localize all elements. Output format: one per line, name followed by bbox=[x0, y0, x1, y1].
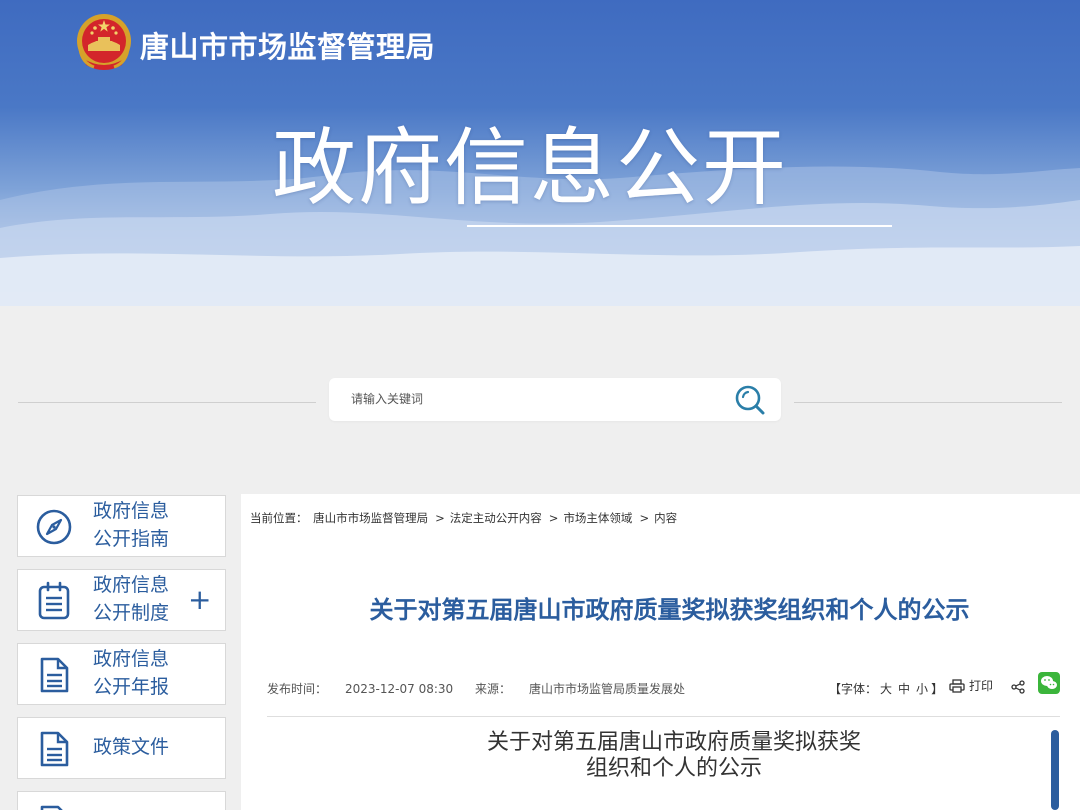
publish-time-label: 发布时间： bbox=[267, 682, 328, 696]
sidebar-item-label: 政府信息 bbox=[93, 648, 170, 670]
document-title: 关于对第五届唐山市政府质量奖拟获奖 组织和个人的公示 bbox=[371, 730, 977, 782]
banner-title: 政府信息公开 bbox=[272, 119, 789, 217]
print-button[interactable]: 打印 bbox=[949, 677, 993, 694]
share-icon[interactable] bbox=[1011, 680, 1025, 694]
document-icon bbox=[40, 731, 69, 767]
wechat-icon[interactable] bbox=[1038, 672, 1060, 694]
source-label: 来源： bbox=[474, 682, 511, 696]
divider-right bbox=[794, 402, 1062, 403]
source-value: 唐山市市场监管局质量发展处 bbox=[529, 682, 686, 696]
search-icon[interactable] bbox=[733, 383, 767, 417]
font-size-large[interactable]: 大 bbox=[880, 682, 892, 696]
document-icon bbox=[40, 657, 69, 693]
breadcrumb: 当前位置： 唐山市市场监督管理局 > 法定主动公开内容 > 市场主体领域 > 内容 bbox=[250, 510, 679, 526]
sidebar-item-label: 政策文件 bbox=[93, 736, 170, 758]
breadcrumb-item[interactable]: 市场主体领域 bbox=[563, 511, 632, 525]
sidebar-item-guide[interactable]: 政府信息 公开指南 bbox=[17, 495, 226, 557]
article-title: 关于对第五届唐山市政府质量奖拟获奖组织和个人的公示 bbox=[369, 596, 970, 624]
breadcrumb-separator: > bbox=[435, 511, 445, 525]
publish-time: 2023-12-07 08:30 bbox=[345, 682, 454, 696]
sidebar-item-policy[interactable]: 政策文件 bbox=[17, 717, 226, 779]
sidebar-item-label: 政府信息 bbox=[93, 500, 170, 522]
sidebar-item-label: 公开指南 bbox=[93, 528, 170, 550]
document-icon bbox=[40, 805, 63, 810]
meta-divider bbox=[267, 716, 1060, 717]
font-size-medium[interactable]: 中 bbox=[898, 682, 910, 696]
breadcrumb-separator: > bbox=[639, 511, 650, 525]
expand-plus-icon[interactable]: + bbox=[188, 586, 211, 614]
sidebar-item-system[interactable]: 政府信息 公开制度 + bbox=[17, 569, 226, 631]
scrollbar-thumb[interactable] bbox=[1051, 730, 1059, 810]
printer-icon bbox=[949, 679, 965, 693]
article-meta: 发布时间： 2023-12-07 08:30 来源： 唐山市市场监管局质量发展处 bbox=[267, 680, 685, 697]
header-banner: 唐山市市场监督管理局 政府信息公开 bbox=[0, 0, 1080, 306]
print-label: 打印 bbox=[969, 679, 994, 693]
sidebar-item-more[interactable] bbox=[17, 791, 226, 810]
national-emblem-icon bbox=[77, 14, 131, 70]
divider-left bbox=[18, 402, 316, 403]
document-title-line: 关于对第五届唐山市政府质量奖拟获奖 bbox=[486, 730, 861, 755]
font-size-small[interactable]: 小 bbox=[916, 682, 928, 696]
search-box bbox=[329, 378, 781, 421]
content-panel: 当前位置： 唐山市市场监督管理局 > 法定主动公开内容 > 市场主体领域 > 内容 关于对第… bbox=[241, 494, 1080, 810]
document-title-line: 组织和个人的公示 bbox=[585, 756, 762, 781]
banner-underline bbox=[467, 225, 892, 227]
font-size-control: 【字体：大中小】 bbox=[829, 680, 943, 697]
site-name[interactable]: 唐山市市场监督管理局 bbox=[140, 24, 435, 66]
breadcrumb-prefix: 当前位置： bbox=[250, 511, 308, 525]
breadcrumb-item[interactable]: 唐山市市场监督管理局 bbox=[313, 511, 428, 525]
sidebar-item-label: 政府信息 bbox=[93, 574, 170, 596]
search-input[interactable] bbox=[351, 386, 731, 412]
compass-icon bbox=[36, 509, 72, 545]
font-label-close: 】 bbox=[931, 682, 944, 696]
sidebar-item-annual-report[interactable]: 政府信息 公开年报 bbox=[17, 643, 226, 705]
font-label-open: 【字体： bbox=[829, 682, 878, 696]
sidebar-item-label: 公开年报 bbox=[93, 676, 170, 698]
breadcrumb-item[interactable]: 内容 bbox=[654, 511, 677, 525]
breadcrumb-item[interactable]: 法定主动公开内容 bbox=[450, 511, 542, 525]
sidebar-item-label: 公开制度 bbox=[93, 602, 170, 624]
breadcrumb-separator: > bbox=[548, 511, 559, 525]
clipboard-icon bbox=[38, 581, 70, 620]
